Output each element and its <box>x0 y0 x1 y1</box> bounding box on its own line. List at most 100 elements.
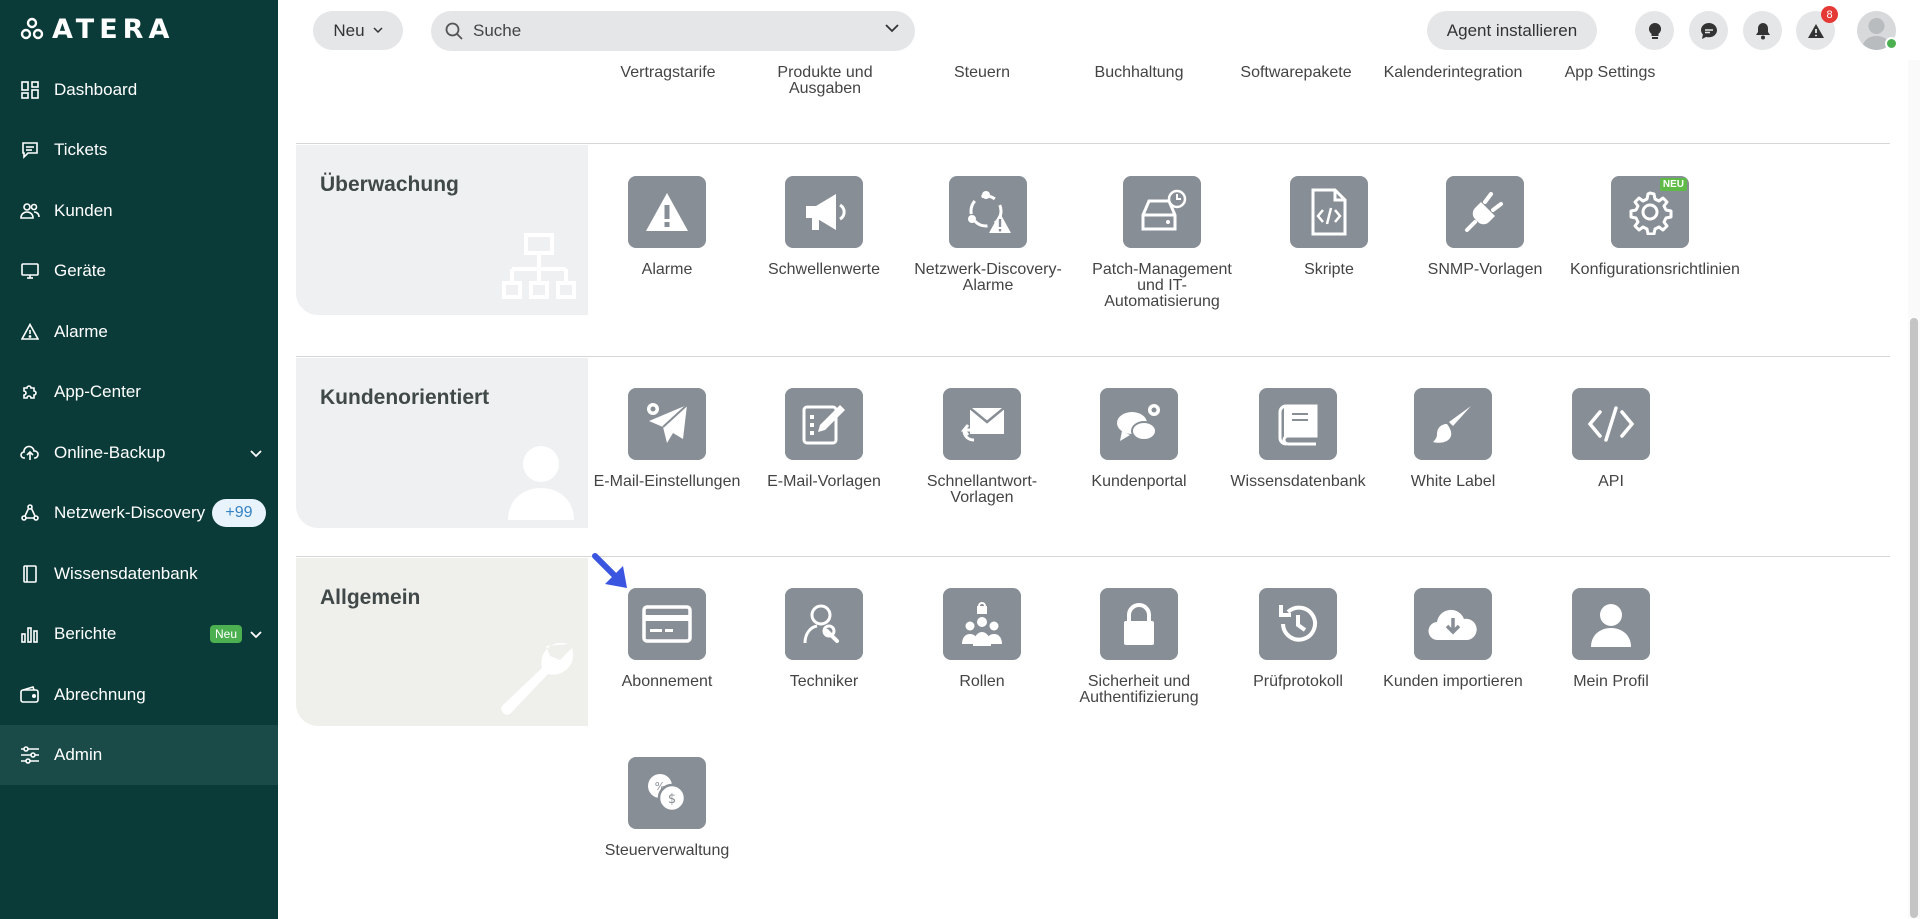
script-file-icon <box>1290 176 1368 248</box>
bell-icon[interactable] <box>1743 11 1782 50</box>
sidebar-item-tickets[interactable]: Tickets <box>0 120 278 180</box>
search-input[interactable] <box>473 21 873 41</box>
sidebar-item-label: Admin <box>54 745 103 764</box>
gear-icon: NEU <box>1611 176 1689 248</box>
scrollbar[interactable] <box>1908 60 1920 919</box>
ticket-icon <box>20 140 40 160</box>
lock-icon <box>1100 588 1178 660</box>
tile-schnellantwort-vorlagen[interactable]: Schnellantwort-Vorlagen <box>902 388 1062 506</box>
new-badge: NEU <box>1659 178 1687 191</box>
top-item-produkte[interactable]: Produkte und Ausgaben <box>750 65 900 97</box>
top-item-kalenderintegration[interactable]: Kalenderintegration <box>1378 65 1528 81</box>
top-item-steuern[interactable]: Steuern <box>907 65 1057 81</box>
tile-label: Kundenportal <box>1091 473 1187 490</box>
sidebar-item-wissensdatenbank[interactable]: Wissensdatenbank <box>0 544 278 604</box>
chevron-down-icon[interactable] <box>250 626 262 644</box>
tile-abonnement[interactable]: Abonnement <box>587 588 747 690</box>
history-icon <box>1259 588 1337 660</box>
sidebar-item-berichte[interactable]: Berichte Neu <box>0 604 278 664</box>
sidebar-item-dashboard[interactable]: Dashboard <box>0 60 278 120</box>
sidebar-item-admin[interactable]: Admin <box>0 725 278 785</box>
monitor-icon <box>20 261 40 281</box>
sidebar-item-label: Dashboard <box>54 80 138 99</box>
scrollbar-thumb[interactable] <box>1910 318 1918 918</box>
tile-label: Konfigurationsrichtlinien <box>1570 261 1740 278</box>
code-icon <box>1572 388 1650 460</box>
sidebar: ATERA Dashboard Tickets Kunden Geräte Al… <box>0 0 278 919</box>
tile-netzwerk-discovery-alarme[interactable]: Netzwerk-Discovery-Alarme <box>908 176 1068 294</box>
section-monitoring-label: Überwachung <box>296 145 588 315</box>
sidebar-item-label: Geräte <box>54 261 106 280</box>
tile-rollen[interactable]: Rollen <box>902 588 1062 690</box>
chevron-down-icon[interactable] <box>885 24 899 33</box>
search-icon <box>445 22 463 40</box>
install-agent-button[interactable]: Agent installieren <box>1427 11 1597 50</box>
sidebar-item-alarme[interactable]: Alarme <box>0 302 278 362</box>
lightbulb-icon[interactable] <box>1635 11 1674 50</box>
tile-label: White Label <box>1410 473 1496 490</box>
section-title: Kundenorientiert <box>320 386 490 409</box>
sidebar-item-geraete[interactable]: Geräte <box>0 241 278 301</box>
sidebar-item-label: Netzwerk-Discovery <box>54 503 206 522</box>
tile-pruefprotokoll[interactable]: Prüfprotokoll <box>1218 588 1378 690</box>
sidebar-item-online-backup[interactable]: Online-Backup <box>0 423 278 483</box>
tile-email-vorlagen[interactable]: E-Mail-Vorlagen <box>744 388 904 490</box>
svg-text:%: % <box>655 780 665 793</box>
tile-techniker[interactable]: Techniker <box>744 588 904 690</box>
tile-wissensdatenbank[interactable]: Wissensdatenbank <box>1218 388 1378 490</box>
tile-email-einstellungen[interactable]: E-Mail-Einstellungen <box>587 388 747 490</box>
plug-icon <box>1446 176 1524 248</box>
alerts-icon[interactable]: 8 <box>1796 6 1838 50</box>
tile-sicherheit[interactable]: Sicherheit und Authentifizierung <box>1059 588 1219 706</box>
section-divider <box>296 143 1890 144</box>
new-button[interactable]: Neu <box>313 11 403 50</box>
tile-kunden-importieren[interactable]: Kunden importieren <box>1373 588 1533 690</box>
megaphone-icon <box>785 176 863 248</box>
sidebar-item-kunden[interactable]: Kunden <box>0 181 278 241</box>
admin-content: Vertragstarife Produkte und Ausgaben Ste… <box>278 60 1920 919</box>
tile-label: Techniker <box>789 673 859 690</box>
tile-label: Prüfprotokoll <box>1253 673 1343 690</box>
cloud-download-icon <box>1414 588 1492 660</box>
tile-label: SNMP-Vorlagen <box>1427 261 1543 278</box>
chevron-down-icon <box>373 27 383 34</box>
search-bar[interactable] <box>431 11 915 51</box>
logo-icon <box>20 17 44 40</box>
online-status-dot <box>1885 37 1898 50</box>
tile-white-label[interactable]: White Label <box>1373 388 1533 490</box>
tile-konfigurationsrichtlinien[interactable]: NEU Konfigurationsrichtlinien <box>1570 176 1740 278</box>
mail-reply-icon <box>943 388 1021 460</box>
sidebar-item-label: Abrechnung <box>54 685 146 704</box>
count-badge: +99 <box>212 499 266 527</box>
tile-patch-management[interactable]: Patch-Management und IT-Automatisierung <box>1082 176 1242 310</box>
tile-snmp-vorlagen[interactable]: SNMP-Vorlagen <box>1405 176 1565 278</box>
top-item-app-settings[interactable]: App Settings <box>1535 65 1685 81</box>
tile-kundenportal[interactable]: Kundenportal <box>1059 388 1219 490</box>
chevron-down-icon[interactable] <box>250 445 262 463</box>
template-edit-icon <box>785 388 863 460</box>
tile-label: Kunden importieren <box>1383 673 1523 690</box>
section-customer-label: Kundenorientiert <box>296 358 588 528</box>
section-title: Allgemein <box>320 586 421 609</box>
sidebar-item-abrechnung[interactable]: Abrechnung <box>0 665 278 725</box>
tile-steuerverwaltung[interactable]: % $ Steuerverwaltung <box>587 757 747 859</box>
atera-logo[interactable]: ATERA <box>20 14 174 45</box>
tile-schwellenwerte[interactable]: Schwellenwerte <box>744 176 904 278</box>
tile-api[interactable]: API <box>1531 388 1691 490</box>
paintbrush-icon <box>1414 388 1492 460</box>
sidebar-item-netzwerk-discovery[interactable]: Netzwerk-Discovery +99 <box>0 483 278 543</box>
tile-alarme[interactable]: Alarme <box>587 176 747 278</box>
top-item-vertragstarife[interactable]: Vertragstarife <box>593 65 743 81</box>
svg-text:$: $ <box>668 792 676 807</box>
sidebar-item-app-center[interactable]: App-Center <box>0 362 278 422</box>
sidebar-item-label: Alarme <box>54 322 108 341</box>
tile-skripte[interactable]: Skripte <box>1249 176 1409 278</box>
section-divider <box>296 356 1890 357</box>
top-item-softwarepakete[interactable]: Softwarepakete <box>1221 65 1371 81</box>
warning-icon <box>628 176 706 248</box>
wallet-icon <box>20 685 40 705</box>
chat-icon[interactable] <box>1689 11 1728 50</box>
top-item-buchhaltung[interactable]: Buchhaltung <box>1064 65 1214 81</box>
tile-label: Alarme <box>641 261 693 278</box>
tile-mein-profil[interactable]: Mein Profil <box>1531 588 1691 690</box>
